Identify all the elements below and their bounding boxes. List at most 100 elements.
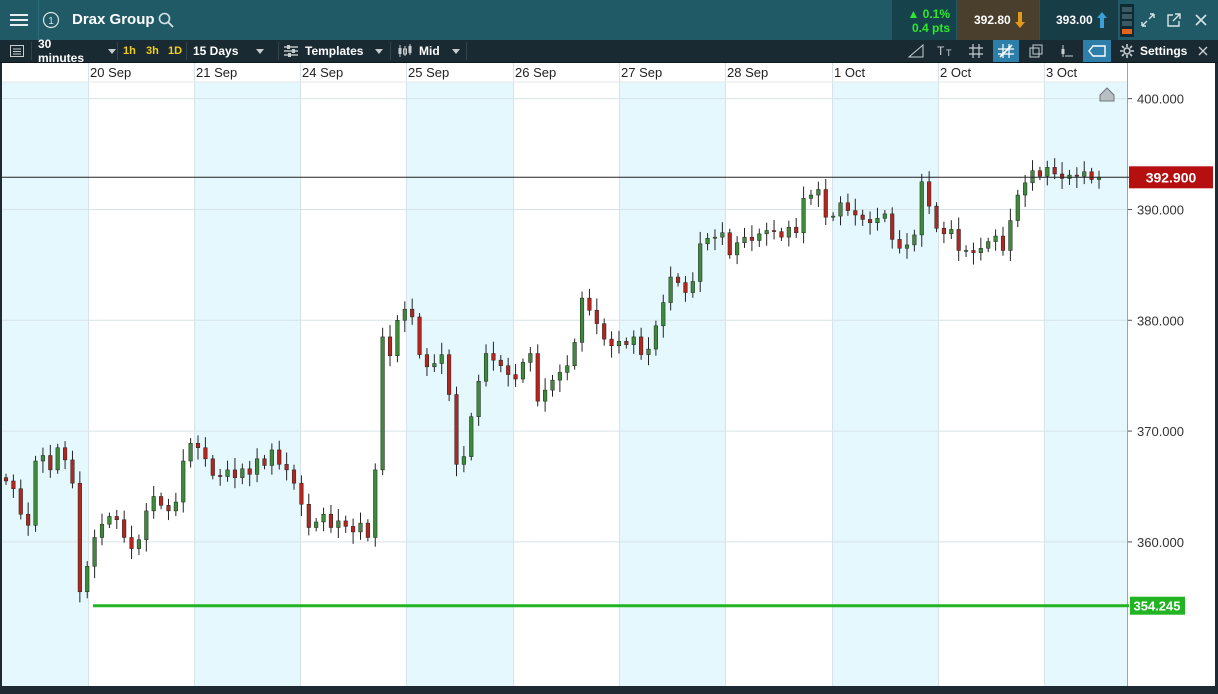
popout-button[interactable]: [1162, 0, 1186, 40]
candle-body: [1037, 170, 1042, 177]
candle-body: [742, 236, 747, 243]
window-frame-bottom: [0, 686, 1218, 694]
candle-body: [964, 250, 969, 252]
candle-body: [498, 359, 503, 366]
crosshair-toggle-button[interactable]: [993, 40, 1019, 62]
candle-body: [1052, 167, 1057, 175]
market-depth-indicator: [1120, 4, 1134, 37]
candle-body: [225, 469, 230, 477]
settings-label: Settings: [1140, 44, 1188, 58]
price-tag-icon: [1088, 45, 1106, 57]
layers-button[interactable]: [1023, 40, 1049, 62]
candle-body: [934, 205, 939, 229]
x-tick-label: 27 Sep: [621, 65, 662, 80]
candle-body: [188, 443, 193, 462]
candle-body: [786, 226, 791, 238]
grid-toggle-button[interactable]: [963, 40, 989, 62]
candle-body: [690, 281, 695, 293]
candle-body: [351, 526, 356, 533]
candle-body: [831, 215, 836, 218]
panel-toggle-button[interactable]: [6, 40, 28, 62]
templates-icon: [284, 45, 298, 57]
info-button[interactable]: 1: [38, 0, 64, 40]
candle-body: [993, 235, 998, 242]
sell-price-button[interactable]: 392.80: [957, 0, 1039, 40]
templates-dropdown[interactable]: Templates: [284, 40, 384, 62]
sell-price: 392.80: [974, 13, 1011, 27]
interval-1h-button[interactable]: 1h: [123, 40, 136, 62]
candle-body: [424, 354, 430, 368]
toolbar-close-button[interactable]: [1196, 40, 1210, 62]
down-arrow-icon: [1015, 12, 1025, 28]
text-tool-button[interactable]: T T: [933, 40, 959, 62]
price-marker-button[interactable]: [1053, 40, 1079, 62]
day-band: [832, 82, 938, 686]
candle-body: [11, 480, 16, 489]
candle-body: [1089, 171, 1094, 180]
candlestick-chart[interactable]: 20 Sep 21 Sep 24 Sep 25 Sep 26 Sep 27 Sep 28 S…: [2, 63, 1215, 686]
expand-button[interactable]: [1136, 0, 1160, 40]
x-tick-label: 2 Oct: [940, 65, 971, 80]
range-dropdown[interactable]: 15 Days: [193, 40, 273, 62]
candle-body: [1000, 235, 1006, 251]
candle-body: [129, 537, 134, 549]
price-chart[interactable]: 20 Sep 21 Sep 24 Sep 25 Sep 26 Sep 27 Sep 28 S…: [2, 63, 1215, 686]
candle-body: [432, 363, 437, 368]
draw-line-button[interactable]: [903, 40, 929, 62]
price-type-dropdown[interactable]: Mid: [397, 40, 465, 62]
support-label: 354.245: [1134, 599, 1181, 614]
list-panel-icon: [10, 45, 24, 57]
price-label-toggle-button[interactable]: [1083, 40, 1111, 62]
close-button[interactable]: [1188, 0, 1214, 40]
change-percent: ▲ 0.1%: [907, 7, 950, 21]
x-tick-label: 21 Sep: [196, 65, 237, 80]
candle-body: [956, 229, 961, 251]
candle-body: [85, 566, 90, 593]
candle-body: [63, 447, 68, 461]
candle-body: [18, 488, 23, 515]
candle-body: [639, 336, 644, 355]
interval-1d-button[interactable]: 1D: [168, 40, 182, 62]
buy-price-button[interactable]: 393.00: [1040, 0, 1118, 40]
candle-body: [557, 372, 562, 381]
candle-body: [860, 214, 865, 220]
candle-body: [631, 336, 636, 345]
candle-body: [720, 232, 725, 238]
candle-body: [823, 189, 828, 218]
candle-body: [1082, 171, 1087, 177]
settings-button[interactable]: Settings: [1120, 40, 1192, 62]
x-tick-label: 24 Sep: [302, 65, 343, 80]
search-button[interactable]: [154, 0, 178, 40]
range-label: 15 Days: [193, 44, 239, 58]
candle-body: [144, 510, 149, 540]
candle-body: [587, 297, 592, 311]
candle-body: [868, 219, 873, 223]
candle-body: [698, 243, 703, 282]
candle-body: [40, 455, 45, 462]
candle-body: [232, 469, 237, 478]
candle-body: [941, 228, 946, 235]
interval-3h-button[interactable]: 3h: [146, 40, 159, 62]
candle-body: [602, 323, 607, 340]
candle-body: [653, 325, 658, 350]
candle-body: [181, 460, 186, 503]
candle-body: [543, 389, 548, 402]
info-icon: 1: [42, 11, 60, 29]
draw-line-icon: [908, 44, 924, 58]
expand-icon: [1141, 13, 1155, 27]
x-tick-label: 25 Sep: [408, 65, 449, 80]
candle-body: [668, 276, 673, 303]
search-icon: [158, 12, 174, 28]
candle-body: [927, 181, 932, 207]
candle-body: [136, 539, 141, 549]
candle-body: [904, 244, 910, 249]
candle-body: [26, 513, 31, 526]
candle-body: [609, 338, 614, 347]
day-band: [406, 82, 513, 686]
x-tick-label: 26 Sep: [515, 65, 556, 80]
menu-button[interactable]: [0, 0, 39, 40]
popout-icon: [1167, 13, 1181, 27]
interval-dropdown[interactable]: 30 minutes: [38, 37, 116, 65]
candle-body: [402, 308, 407, 321]
candle-body: [33, 460, 38, 526]
